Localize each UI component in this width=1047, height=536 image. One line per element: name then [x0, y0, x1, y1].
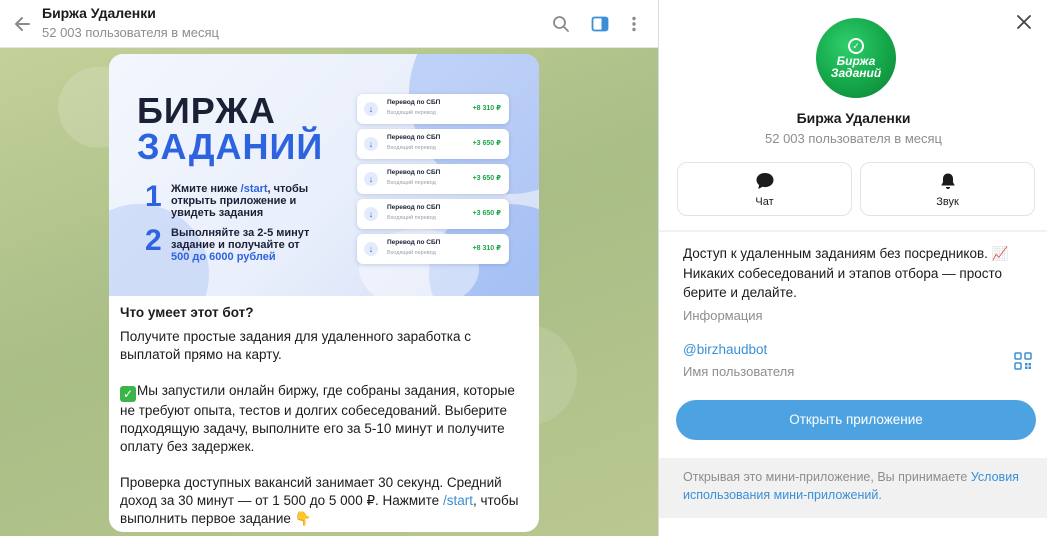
banner-transfer-card: ↓ Перевод по СБП Входящий перевод +3 650…: [357, 164, 509, 194]
chat-header: Биржа Удаленки 52 003 пользователя в мес…: [0, 0, 658, 48]
arrow-down-icon: ↓: [364, 137, 378, 151]
more-vertical-icon: [632, 16, 636, 32]
qr-code-icon: [1014, 352, 1032, 370]
transfer-amount: +8 310 ₽: [472, 245, 501, 252]
back-button[interactable]: [6, 8, 38, 40]
qr-code-button[interactable]: [1014, 352, 1032, 370]
transfer-amount: +8 310 ₽: [472, 105, 501, 112]
profile-name: Биржа Удаленки: [796, 110, 911, 126]
banner-step1-number: 1: [145, 180, 162, 213]
arrow-down-icon: ↓: [364, 102, 378, 116]
chat-action-label: Чат: [755, 196, 774, 208]
arrow-down-icon: ↓: [364, 207, 378, 221]
transfer-title: Перевод по СБП: [387, 169, 441, 176]
sound-action-button[interactable]: Звук: [860, 162, 1035, 216]
terms-notice: Открывая это мини-приложение, Вы принима…: [683, 470, 1019, 502]
banner-transfer-card: ↓ Перевод по СБП Входящий перевод +8 310…: [357, 94, 509, 124]
chat-area: Биржа Удаленки 52 003 пользователя в мес…: [0, 0, 658, 536]
check-circle-icon: ✓: [848, 37, 864, 54]
transfer-subtitle: Входящий перевод: [387, 215, 436, 221]
chat-bubble-icon: [678, 171, 851, 191]
banner-title-line2: ЗАДАНИЙ: [137, 126, 324, 167]
sound-action-label: Звук: [936, 196, 959, 208]
banner-step1-text: Жмите ниже /start, чтобы открыть приложе…: [171, 183, 309, 219]
more-button[interactable]: [620, 10, 648, 38]
transfer-amount: +3 650 ₽: [472, 210, 501, 217]
avatar[interactable]: ✓ Биржа Заданий: [816, 18, 896, 98]
banner-step2-text: Выполняйте за 2-5 минут задание и получа…: [171, 227, 310, 263]
username-label: Имя пользователя: [683, 364, 795, 379]
banner-transfer-card: ↓ Перевод по СБП Входящий перевод +3 650…: [357, 129, 509, 159]
open-app-button[interactable]: Открыть приложение: [676, 400, 1036, 440]
start-command-link[interactable]: /start: [443, 493, 473, 508]
arrow-down-icon: ↓: [364, 242, 378, 256]
transfer-title: Перевод по СБП: [387, 99, 441, 106]
transfer-subtitle: Входящий перевод: [387, 250, 436, 256]
bot-info-message: БИРЖА ЗАДАНИЙ 1 Жмите ниже /start, чтобы…: [109, 54, 539, 532]
transfer-title: Перевод по СБП: [387, 239, 441, 246]
transfer-title: Перевод по СБП: [387, 134, 441, 141]
bot-banner-image: БИРЖА ЗАДАНИЙ 1 Жмите ниже /start, чтобы…: [109, 54, 539, 296]
sidebar-icon: [591, 16, 609, 32]
transfer-amount: +3 650 ₽: [472, 175, 501, 182]
close-icon: [1017, 15, 1031, 29]
profile-info: Доступ к удаленным заданиям без посредни…: [659, 232, 1047, 458]
profile-panel: ✓ Биржа Заданий Биржа Удаленки 52 003 по…: [658, 0, 1047, 536]
username-link[interactable]: @birzhaudbot: [683, 342, 767, 357]
chat-title[interactable]: Биржа Удаленки: [42, 5, 156, 21]
banner-transfer-card: ↓ Перевод по СБП Входящий перевод +3 650…: [357, 199, 509, 229]
avatar-text: Заданий: [830, 65, 882, 80]
message-paragraph: ✓ Мы запустили онлайн биржу, где собраны …: [120, 383, 515, 454]
profile-subtitle: 52 003 пользователя в месяц: [765, 131, 942, 146]
bot-description: Доступ к удаленным заданиям без посредни…: [683, 246, 1009, 300]
chat-subtitle: 52 003 пользователя в месяц: [42, 25, 219, 40]
search-icon: [553, 16, 569, 32]
chat-action-button[interactable]: Чат: [677, 162, 852, 216]
search-button[interactable]: [547, 10, 575, 38]
banner-transfer-card: ↓ Перевод по СБП Входящий перевод +8 310…: [357, 234, 509, 264]
bell-icon: [861, 171, 1034, 191]
message-paragraph: Получите простые задания для удаленного …: [120, 329, 472, 362]
close-button[interactable]: [1012, 10, 1036, 34]
profile-header: ✓ Биржа Заданий Биржа Удаленки 52 003 по…: [659, 0, 1047, 230]
transfer-amount: +3 650 ₽: [472, 140, 501, 147]
arrow-left-icon: [15, 17, 30, 31]
message-text: Что умеет этот бот? Получите простые зад…: [120, 304, 530, 532]
check-mark-icon: ✓: [120, 386, 136, 402]
transfer-subtitle: Входящий перевод: [387, 180, 436, 186]
banner-step2-number: 2: [145, 224, 162, 257]
message-heading: Что умеет этот бот?: [120, 305, 254, 320]
panel-bottom-strip: [659, 518, 1047, 536]
transfer-subtitle: Входящий перевод: [387, 110, 436, 116]
avatar-text: Биржа: [836, 53, 876, 68]
arrow-down-icon: ↓: [364, 172, 378, 186]
info-label: Информация: [683, 308, 763, 323]
transfer-title: Перевод по СБП: [387, 204, 441, 211]
message-paragraph: Проверка доступных вакансий занимает 30 …: [120, 475, 519, 526]
transfer-subtitle: Входящий перевод: [387, 145, 436, 151]
sidebar-toggle-button[interactable]: [586, 10, 614, 38]
